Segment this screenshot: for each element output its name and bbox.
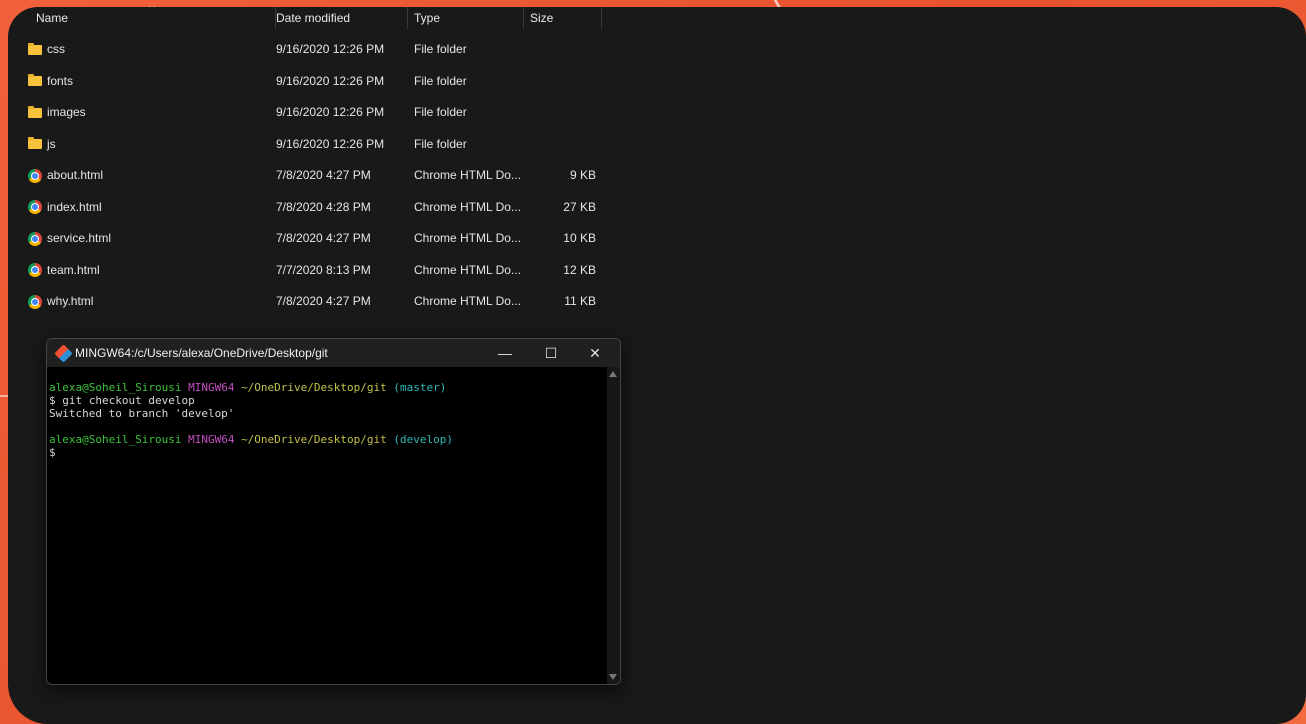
file-name: service.html <box>47 231 112 245</box>
scroll-up-arrow-icon[interactable] <box>609 371 617 377</box>
scroll-down-arrow-icon[interactable] <box>609 674 617 680</box>
column-header-date-modified[interactable]: Date modified <box>270 7 408 29</box>
file-date: 9/16/2020 12:26 PM <box>276 136 385 151</box>
file-size: 9 KB <box>569 168 596 182</box>
file-row[interactable]: service.html 7/8/2020 4:27 PM Chrome HTML … <box>8 223 628 254</box>
file-name: css <box>47 42 65 56</box>
file-name-cell[interactable]: why.html <box>28 286 93 317</box>
file-name: about.html <box>47 168 104 182</box>
prompt-path: ~/OneDrive/Desktop/git <box>241 381 387 394</box>
file-row[interactable]: css 9/16/2020 12:26 PM File folder <box>8 34 628 65</box>
file-size: 12 KB <box>563 262 596 277</box>
file-name-cell[interactable]: about.html <box>28 160 103 191</box>
file-name: team.html <box>47 262 100 277</box>
column-header-size[interactable]: Size <box>524 7 602 29</box>
maximize-button[interactable]: ☐ <box>528 339 574 367</box>
prompt-branch: (master) <box>393 381 447 394</box>
file-row[interactable]: js 9/16/2020 12:26 PM File folder <box>8 129 628 160</box>
file-type: Chrome HTML Do... <box>414 168 521 182</box>
terminal-scrollbar[interactable] <box>607 367 620 684</box>
file-name: js <box>47 136 56 151</box>
file-name-cell[interactable]: css <box>28 34 65 65</box>
file-name-cell[interactable]: index.html <box>28 192 102 223</box>
file-row[interactable]: images 9/16/2020 12:26 PM File folder <box>8 97 628 128</box>
chrome-icon <box>28 263 42 277</box>
file-row[interactable]: about.html 7/8/2020 4:27 PM Chrome HTML Do… <box>8 160 628 191</box>
file-name-cell[interactable]: js <box>28 129 56 160</box>
folder-icon <box>28 105 42 118</box>
file-date: 7/8/2020 4:28 PM <box>276 199 371 214</box>
file-date: 9/16/2020 12:26 PM <box>276 42 385 56</box>
chrome-icon <box>28 200 42 214</box>
file-row[interactable]: team.html 7/7/2020 8:13 PM Chrome HTML Do.… <box>8 255 628 286</box>
cursor-line: $ <box>49 446 56 459</box>
command-output: Switched to branch 'develop' <box>49 407 235 420</box>
file-name-cell[interactable]: fonts <box>28 66 73 97</box>
file-date: 7/8/2020 4:27 PM <box>276 168 371 182</box>
file-date: 7/8/2020 4:27 PM <box>276 294 371 308</box>
folder-icon <box>28 137 42 149</box>
folder-icon <box>28 74 42 86</box>
close-button[interactable]: ✕ <box>572 339 618 367</box>
file-name: images <box>47 105 86 119</box>
prompt-user: alexa@Soheil_Sirousi <box>49 433 182 446</box>
file-type: File folder <box>414 136 467 151</box>
git-bash-window[interactable]: MINGW64:/c/Users/alexa/OneDrive/Desktop/… <box>46 338 621 685</box>
file-name-cell[interactable]: team.html <box>28 255 100 286</box>
file-row[interactable]: fonts 9/16/2020 12:26 PM File folder <box>8 66 628 97</box>
file-row[interactable]: why.html 7/8/2020 4:27 PM Chrome HTML Do..… <box>8 286 628 317</box>
file-type: File folder <box>414 105 467 119</box>
file-date: 9/16/2020 12:26 PM <box>276 105 385 119</box>
file-type: Chrome HTML Do... <box>414 231 521 245</box>
chrome-icon <box>28 168 42 183</box>
file-size: 10 KB <box>563 231 596 245</box>
folder-icon <box>28 42 42 55</box>
chrome-icon <box>28 231 42 246</box>
file-date: 7/8/2020 4:27 PM <box>276 231 371 245</box>
column-header-name[interactable]: Name <box>20 7 276 29</box>
file-date: 9/16/2020 12:26 PM <box>276 73 385 88</box>
file-size: 11 KB <box>564 294 596 308</box>
file-name: why.html <box>47 294 94 308</box>
prompt-host: MINGW64 <box>188 381 235 394</box>
command-line: $ git checkout develop <box>49 394 195 407</box>
prompt-host: MINGW64 <box>188 433 235 446</box>
file-name: index.html <box>47 199 102 214</box>
file-type: Chrome HTML Do... <box>414 199 521 214</box>
prompt-branch: (develop) <box>393 433 453 446</box>
prompt-user: alexa@Soheil_Sirousi <box>49 381 182 394</box>
chrome-icon <box>28 294 42 309</box>
file-date: 7/7/2020 8:13 PM <box>276 262 371 277</box>
file-type: Chrome HTML Do... <box>414 294 521 308</box>
file-row[interactable]: index.html 7/8/2020 4:28 PM Chrome HTML Do… <box>8 192 628 223</box>
terminal-titlebar[interactable]: MINGW64:/c/Users/alexa/OneDrive/Desktop/… <box>47 339 620 367</box>
file-size: 27 KB <box>563 199 596 214</box>
file-type: File folder <box>414 42 467 56</box>
file-name: fonts <box>47 73 74 88</box>
file-name-cell[interactable]: service.html <box>28 223 111 254</box>
terminal-output[interactable]: alexa@Soheil_Sirousi MINGW64 ~/OneDrive/… <box>47 367 607 684</box>
prompt-path: ~/OneDrive/Desktop/git <box>241 433 387 446</box>
minimize-button[interactable]: — <box>482 339 528 367</box>
terminal-title: MINGW64:/c/Users/alexa/OneDrive/Desktop/… <box>75 346 328 360</box>
git-icon <box>54 343 73 363</box>
column-header-type[interactable]: Type <box>408 7 524 29</box>
file-name-cell[interactable]: images <box>28 97 86 128</box>
file-type: Chrome HTML Do... <box>414 262 521 277</box>
file-type: File folder <box>414 73 467 88</box>
